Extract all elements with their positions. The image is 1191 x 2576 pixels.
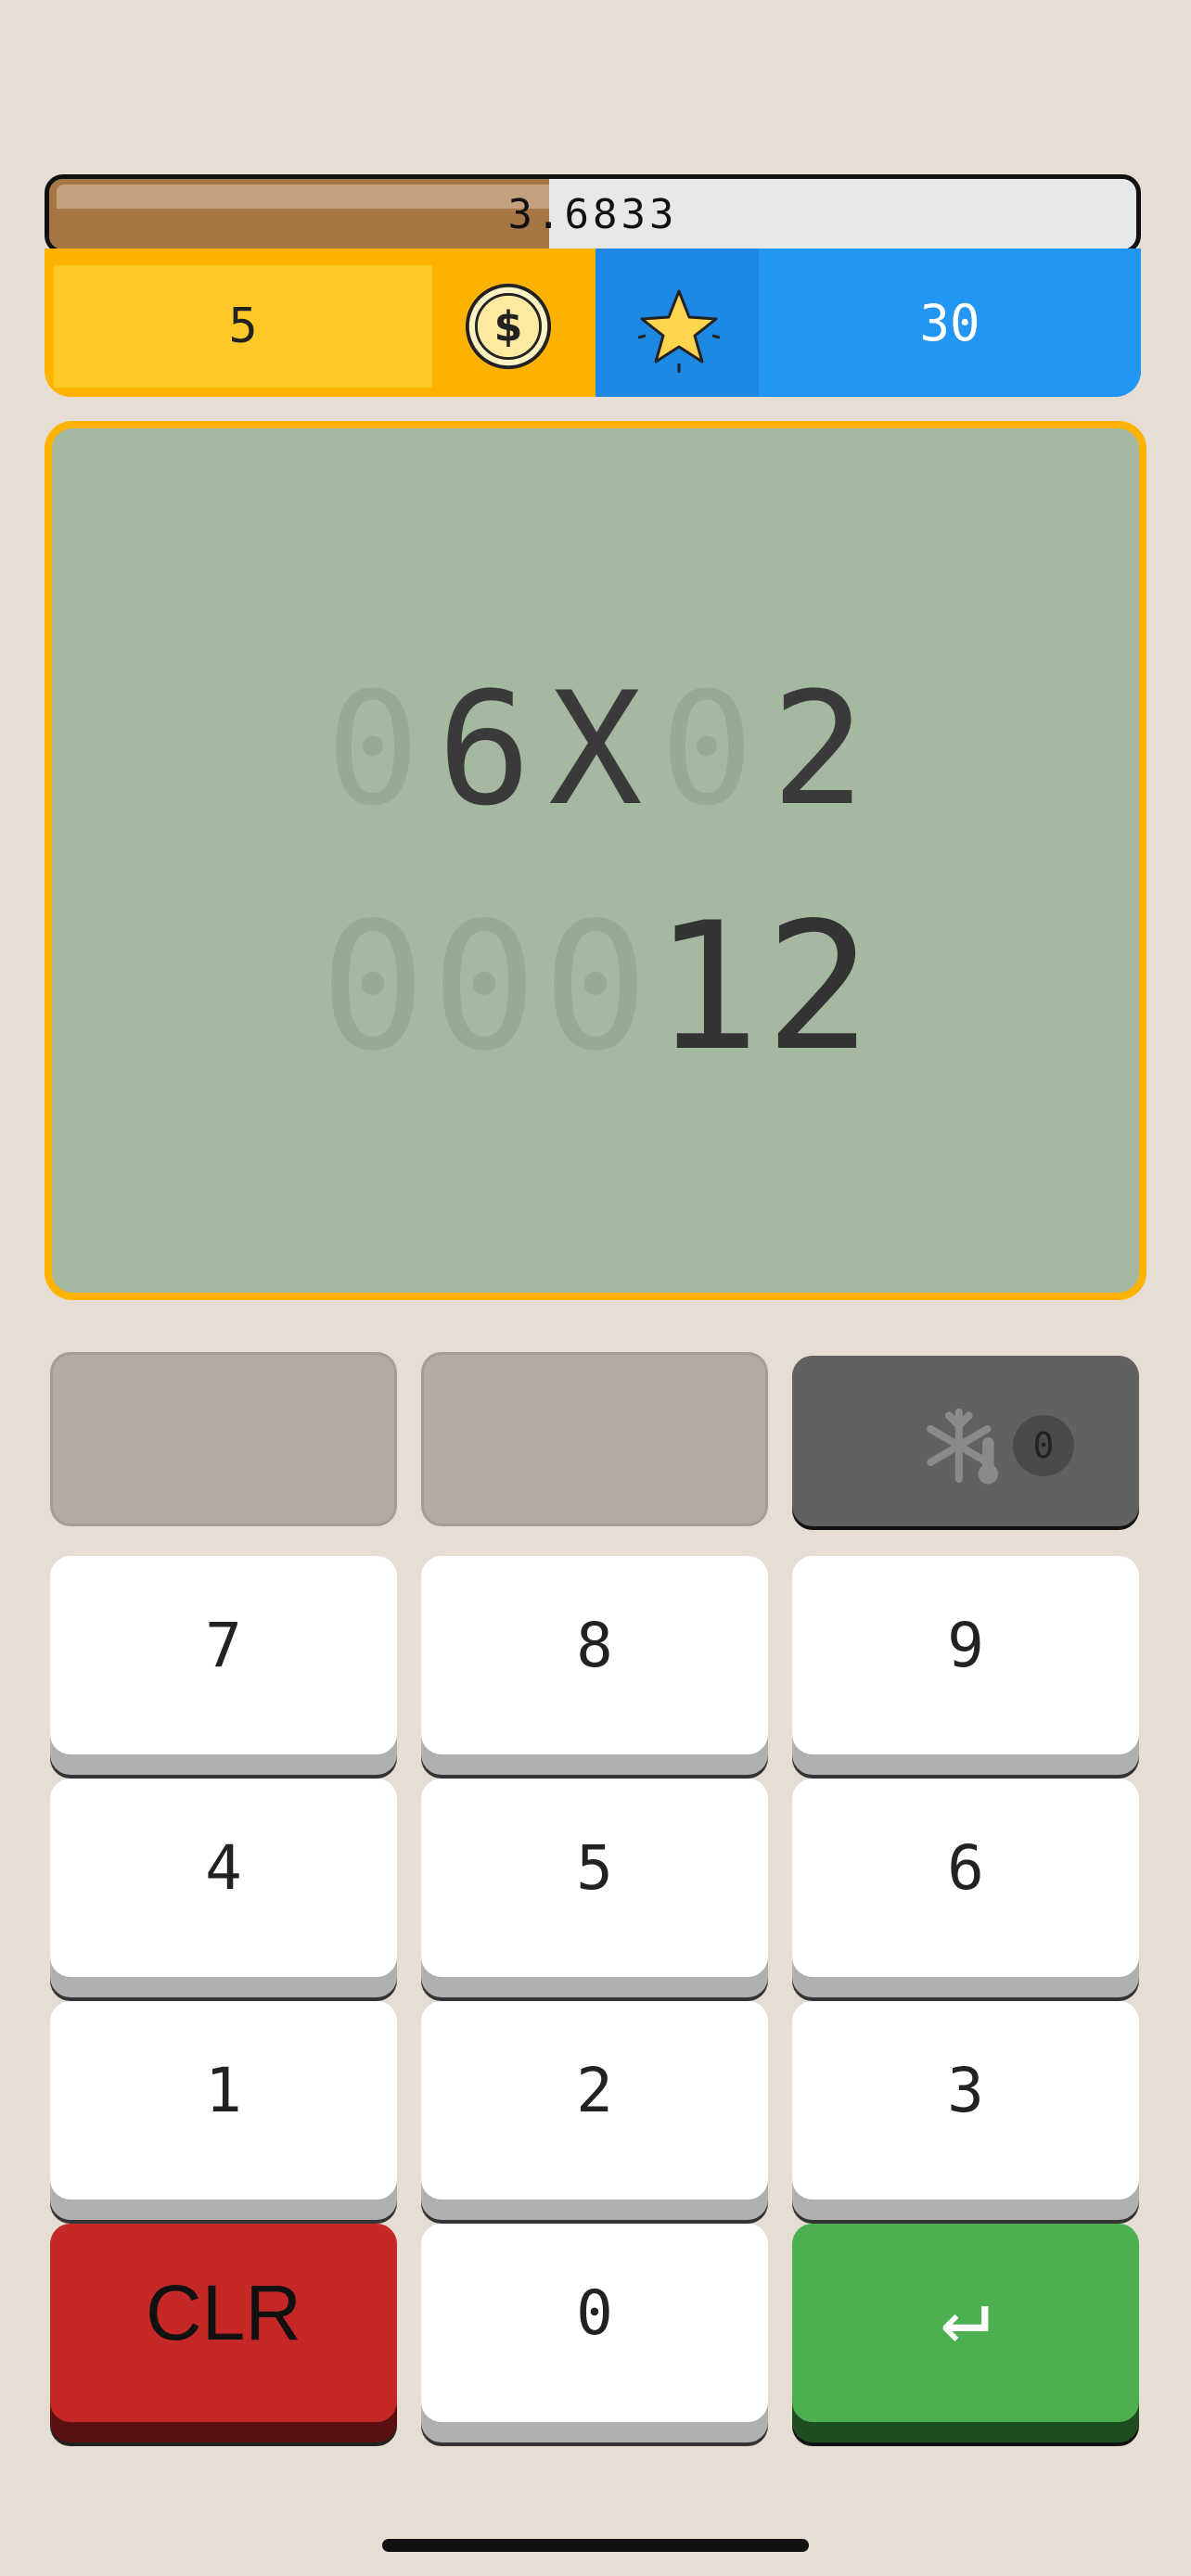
key-4[interactable]: 4 — [50, 1779, 397, 1977]
freeze-count-badge: 0 — [1013, 1415, 1074, 1476]
answer-digit-0: 0 — [319, 885, 427, 1090]
coins-panel: 5 $ — [45, 249, 596, 397]
coin-icon: $ — [465, 283, 552, 370]
answer-row: 00012 — [52, 899, 1139, 1076]
answer-digit-4: 2 — [764, 885, 872, 1090]
key-9[interactable]: 9 — [792, 1556, 1139, 1754]
key-1[interactable]: 1 — [50, 2001, 397, 2200]
problem-digit-0: 0 — [326, 658, 420, 840]
stats-row: 5 $ 30 — [45, 249, 1141, 397]
timer-bar: 3.6833 — [45, 174, 1141, 254]
coins-count: 5 — [54, 265, 432, 388]
answer-digit-1: 0 — [430, 885, 538, 1090]
problem-digit-2: X — [548, 658, 643, 840]
clear-button[interactable]: CLR — [50, 2224, 397, 2422]
key-7[interactable]: 7 — [50, 1556, 397, 1754]
problem-display: 06X02 00012 — [45, 421, 1146, 1300]
answer-digit-3: 1 — [653, 885, 761, 1090]
key-3[interactable]: 3 — [792, 2001, 1139, 2200]
empty-slot-middle — [421, 1352, 768, 1526]
freeze-powerup-button[interactable]: 0 — [792, 1356, 1139, 1526]
problem-digit-1: 6 — [437, 658, 531, 840]
star-icon — [637, 289, 721, 373]
empty-slot-left — [50, 1352, 397, 1526]
snowflake-thermometer-icon — [927, 1408, 999, 1485]
stars-count: 30 — [759, 249, 1141, 397]
key-6[interactable]: 6 — [792, 1779, 1139, 1977]
key-2[interactable]: 2 — [421, 2001, 768, 2200]
stars-panel: 30 — [596, 249, 1141, 397]
home-indicator — [382, 2539, 809, 2552]
key-8[interactable]: 8 — [421, 1556, 768, 1754]
key-5[interactable]: 5 — [421, 1779, 768, 1977]
svg-text:$: $ — [494, 303, 523, 351]
problem-digit-3: 0 — [660, 658, 754, 840]
timer-value: 3.6833 — [507, 190, 678, 238]
enter-button[interactable]: ↵ — [792, 2224, 1139, 2422]
problem-row: 06X02 — [52, 671, 1139, 827]
answer-digit-2: 0 — [542, 885, 649, 1090]
key-0[interactable]: 0 — [421, 2224, 768, 2422]
problem-digit-4: 2 — [771, 658, 865, 840]
